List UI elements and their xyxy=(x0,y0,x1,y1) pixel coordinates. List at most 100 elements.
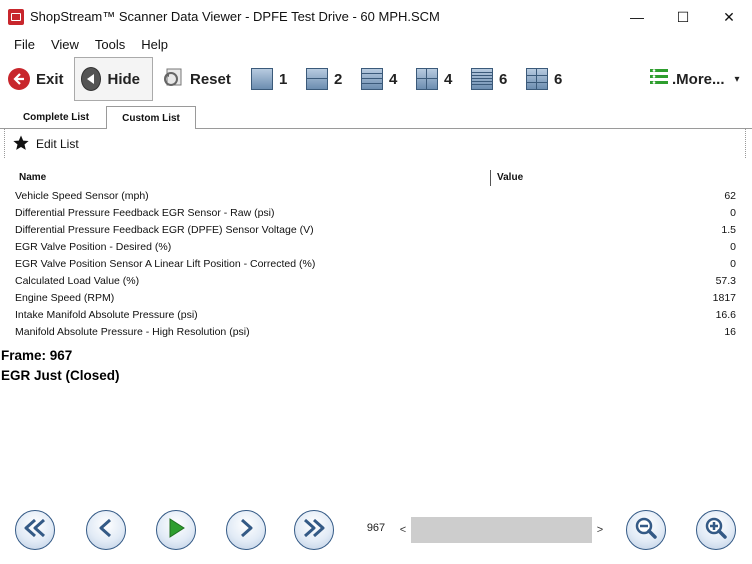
hide-label: Hide xyxy=(107,70,140,88)
menu-tools[interactable]: Tools xyxy=(87,34,133,56)
layout-4-grid-button[interactable]: 4 xyxy=(416,56,452,102)
more-label: .More... xyxy=(672,70,725,88)
layout-six-grid-icon xyxy=(526,68,548,90)
column-divider[interactable] xyxy=(490,170,491,186)
more-button[interactable]: .More... ▾ xyxy=(648,56,740,102)
table-row[interactable]: EGR Valve Position Sensor A Linear Lift … xyxy=(0,256,752,273)
layout-two-rows-icon xyxy=(306,68,328,90)
layout-4-rows-button[interactable]: 4 xyxy=(361,56,397,102)
row-name: Differential Pressure Feedback EGR Senso… xyxy=(15,207,275,219)
first-frame-button[interactable] xyxy=(15,510,55,550)
row-name: Calculated Load Value (%) xyxy=(15,275,140,287)
row-value: 0 xyxy=(730,207,736,219)
table-row[interactable]: Calculated Load Value (%) 57.3 xyxy=(0,273,752,290)
row-value: 0 xyxy=(730,258,736,270)
row-name: EGR Valve Position Sensor A Linear Lift … xyxy=(15,258,316,270)
row-value: 62 xyxy=(724,190,736,202)
tab-complete-list[interactable]: Complete List xyxy=(12,106,100,128)
column-header-name[interactable]: Name xyxy=(19,168,46,188)
exit-arrow-icon xyxy=(8,68,30,90)
previous-frame-button[interactable] xyxy=(86,510,126,550)
table-row[interactable]: Differential Pressure Feedback EGR (DPFE… xyxy=(0,222,752,239)
table-row[interactable]: Manifold Absolute Pressure - High Resolu… xyxy=(0,324,752,341)
zoom-out-icon xyxy=(634,516,658,545)
layout-2-label: 2 xyxy=(334,70,343,88)
layout-four-rows-icon xyxy=(361,68,383,90)
rewind-icon xyxy=(24,518,46,543)
list-settings-icon xyxy=(648,66,670,92)
tab-custom-list[interactable]: Custom List xyxy=(106,106,196,129)
play-button[interactable] xyxy=(156,510,196,550)
maximize-button[interactable]: ☐ xyxy=(660,0,706,34)
exit-label: Exit xyxy=(36,70,64,88)
star-icon xyxy=(12,134,30,155)
layout-1-label: 1 xyxy=(279,70,288,88)
toolbar: Exit Hide Reset 1 2 4 4 6 6 .More... ▾ xyxy=(0,56,752,102)
layout-4-rows-label: 4 xyxy=(389,70,398,88)
layout-four-grid-icon xyxy=(416,68,438,90)
frame-scrollbar-thumb[interactable] xyxy=(411,517,592,543)
minimize-button[interactable]: — xyxy=(614,0,660,34)
row-name: EGR Valve Position - Desired (%) xyxy=(15,241,172,253)
reset-button[interactable]: Reset xyxy=(162,56,231,102)
column-header-value[interactable]: Value xyxy=(497,168,523,188)
layout-2-button[interactable]: 2 xyxy=(306,56,342,102)
title-bar: ShopStream™ Scanner Data Viewer - DPFE T… xyxy=(0,0,752,34)
row-name: Differential Pressure Feedback EGR (DPFE… xyxy=(15,224,314,236)
row-value: 57.3 xyxy=(715,275,736,287)
reset-icon xyxy=(162,66,184,92)
layout-6-rows-label: 6 xyxy=(499,70,508,88)
scroll-right-arrow[interactable]: > xyxy=(593,520,607,540)
tab-bar: Complete List Custom List xyxy=(0,102,752,129)
exit-button[interactable]: Exit xyxy=(8,56,64,102)
layout-six-rows-icon xyxy=(471,68,493,90)
row-value: 16 xyxy=(724,326,736,338)
layout-1-button[interactable]: 1 xyxy=(251,56,287,102)
hide-button[interactable]: Hide xyxy=(74,57,153,101)
row-value: 0 xyxy=(730,241,736,253)
menu-bar: File View Tools Help xyxy=(0,34,752,56)
window-title: ShopStream™ Scanner Data Viewer - DPFE T… xyxy=(30,9,440,24)
menu-help[interactable]: Help xyxy=(133,34,176,56)
fast-forward-icon xyxy=(303,518,325,543)
layout-6-grid-label: 6 xyxy=(554,70,563,88)
reset-label: Reset xyxy=(190,70,231,88)
layout-6-grid-button[interactable]: 6 xyxy=(526,56,562,102)
edit-list-panel xyxy=(4,128,746,158)
layout-4-grid-label: 4 xyxy=(444,70,453,88)
row-value: 16.6 xyxy=(715,309,736,321)
row-name: Manifold Absolute Pressure - High Resolu… xyxy=(15,326,250,338)
app-icon xyxy=(8,9,24,25)
step-back-icon xyxy=(98,518,114,543)
zoom-in-button[interactable] xyxy=(696,510,736,550)
close-button[interactable]: ✕ xyxy=(706,0,752,34)
last-frame-button[interactable] xyxy=(294,510,334,550)
menu-view[interactable]: View xyxy=(43,34,87,56)
row-name: Vehicle Speed Sensor (mph) xyxy=(15,190,149,202)
layout-single-icon xyxy=(251,68,273,90)
chevron-down-icon: ▾ xyxy=(734,73,740,85)
table-row[interactable]: EGR Valve Position - Desired (%) 0 xyxy=(0,239,752,256)
frame-number: 967 xyxy=(366,522,386,534)
zoom-in-icon xyxy=(704,516,728,545)
table-row[interactable]: Engine Speed (RPM) 1817 xyxy=(0,290,752,307)
table-row[interactable]: Intake Manifold Absolute Pressure (psi) … xyxy=(0,307,752,324)
table-row[interactable]: Vehicle Speed Sensor (mph) 62 xyxy=(0,188,752,205)
zoom-out-button[interactable] xyxy=(626,510,666,550)
menu-file[interactable]: File xyxy=(0,34,43,56)
next-frame-button[interactable] xyxy=(226,510,266,550)
table-row[interactable]: Differential Pressure Feedback EGR Senso… xyxy=(0,205,752,222)
frame-label: Frame: 967 xyxy=(1,348,73,363)
row-value: 1.5 xyxy=(721,224,736,236)
play-icon xyxy=(166,517,186,544)
row-name: Intake Manifold Absolute Pressure (psi) xyxy=(15,309,198,321)
table-header: Name Value xyxy=(0,168,752,188)
edit-list-button[interactable]: Edit List xyxy=(12,134,79,154)
row-name: Engine Speed (RPM) xyxy=(15,292,115,304)
scroll-left-arrow[interactable]: < xyxy=(396,520,410,540)
hide-arrow-icon xyxy=(81,67,102,91)
layout-6-rows-button[interactable]: 6 xyxy=(471,56,507,102)
step-forward-icon xyxy=(238,518,254,543)
status-label: EGR Just (Closed) xyxy=(1,368,120,383)
edit-list-label: Edit List xyxy=(36,137,79,151)
